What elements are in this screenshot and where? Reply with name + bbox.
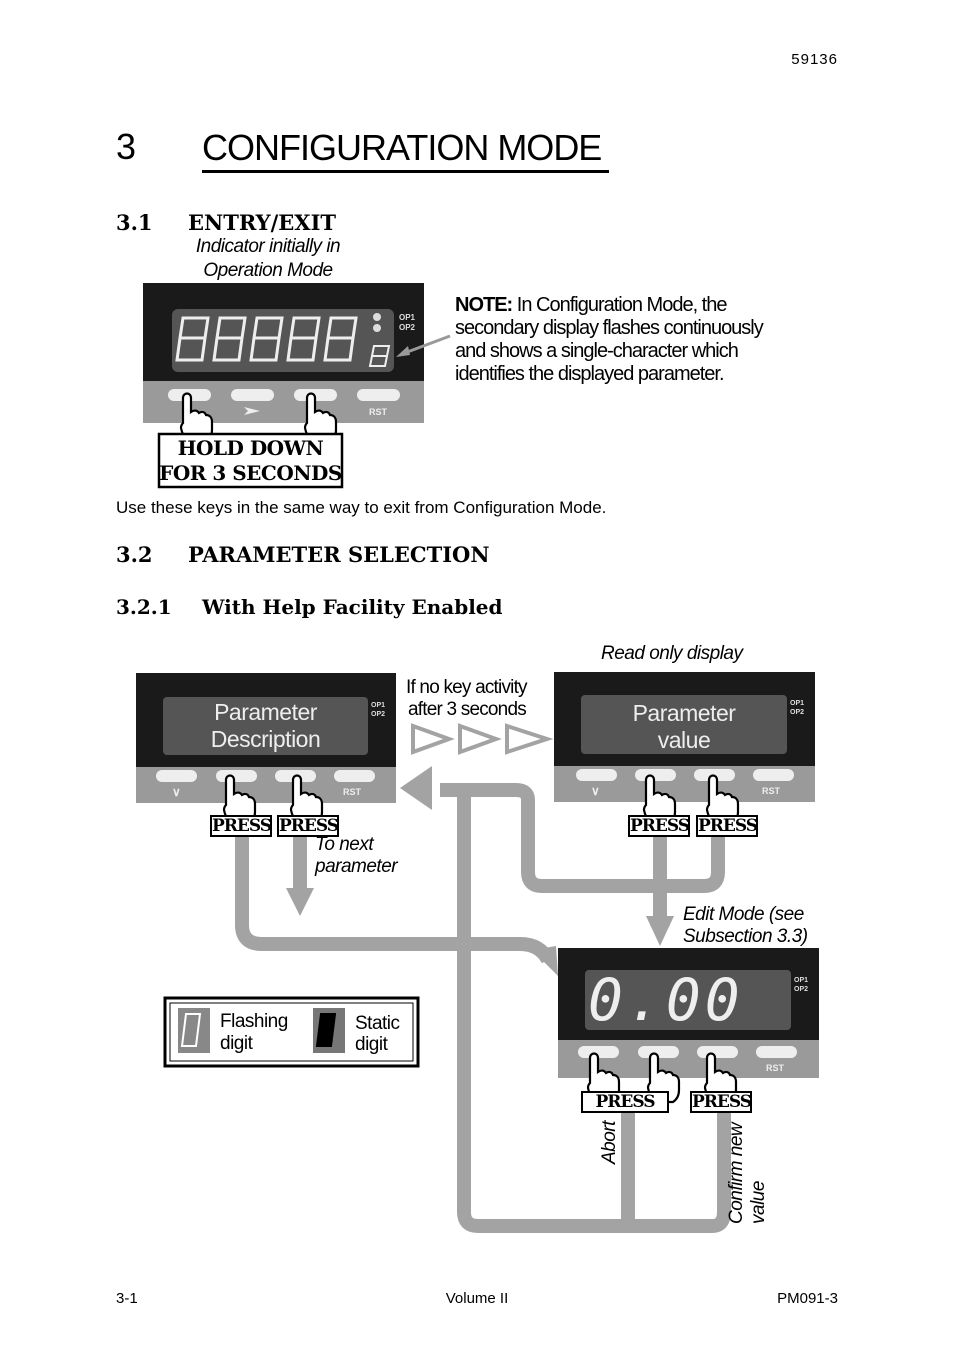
confirm-label: Confirm new (726, 1122, 747, 1224)
subsection-title: With Help Facility Enabled (202, 595, 503, 619)
op1-label: OP1 (399, 313, 416, 322)
op2-label: OP2 (399, 323, 416, 332)
footer-volume: Volume II (445, 1290, 509, 1307)
hold-down-label: FOR 3 SECONDS (159, 461, 342, 485)
rst-label: RST (369, 407, 387, 417)
op1-label: OP1 (371, 702, 386, 709)
press-label: PRESS (690, 1091, 752, 1113)
display-text: Description (210, 726, 321, 752)
down-key-label: ∨ (591, 784, 600, 798)
hold-down-label: HOLD DOWN (177, 436, 324, 460)
rst-label: RST (762, 786, 780, 796)
op2-label: OP2 (790, 709, 805, 716)
press-label: PRESS (628, 815, 690, 837)
subsection-number: 3.2.1 (116, 595, 172, 619)
diagram-graphics (136, 283, 819, 1233)
op2-label: OP2 (794, 986, 809, 993)
down-key-label: ∨ (172, 785, 181, 799)
next-parameter-label: To next (315, 834, 374, 855)
edit-mode-label: Subsection 3.3) (683, 926, 808, 947)
note: NOTE: In Configuration Mode, the (455, 294, 727, 316)
section-number: 3.2 (116, 542, 153, 567)
op1-label: OP1 (790, 700, 805, 707)
legend-static: digit (355, 1034, 388, 1055)
note-line: and shows a single-character which (455, 340, 739, 362)
next-parameter-label: parameter (315, 856, 398, 877)
note-line: identifies the displayed parameter. (455, 363, 725, 385)
exit-text: Use these keys in the same way to exit f… (116, 498, 607, 517)
section-title: PARAMETER SELECTION (188, 542, 490, 567)
legend-flashing: Flashing (220, 1011, 288, 1032)
op1-label: OP1 (794, 977, 809, 984)
press-label: PRESS (210, 815, 272, 837)
read-only-label: Read only display (601, 643, 743, 664)
rst-label: RST (343, 787, 361, 797)
footer-docref: PM091-3 (777, 1290, 838, 1307)
edit-mode-label: Edit Mode (see (683, 904, 804, 925)
footer-page: 3-1 (116, 1290, 138, 1307)
rst-label: RST (766, 1063, 784, 1073)
confirm-label: value (748, 1181, 769, 1224)
note-line: secondary display flashes continuously (455, 317, 764, 339)
legend-static: Static (355, 1013, 400, 1034)
press-label: PRESS (696, 815, 758, 837)
no-activity-label: If no key activity (406, 677, 528, 698)
display-text: Parameter (632, 700, 736, 726)
press-label: PRESS (581, 1091, 669, 1113)
abort-label: Abort (599, 1121, 620, 1164)
op2-label: OP2 (371, 711, 386, 718)
legend-flashing: digit (220, 1033, 253, 1054)
display-text: Parameter (214, 699, 317, 725)
edit-mode-value: 0.00 (588, 966, 744, 1034)
display-text: value (657, 727, 711, 753)
no-activity-label: after 3 seconds (408, 699, 527, 720)
